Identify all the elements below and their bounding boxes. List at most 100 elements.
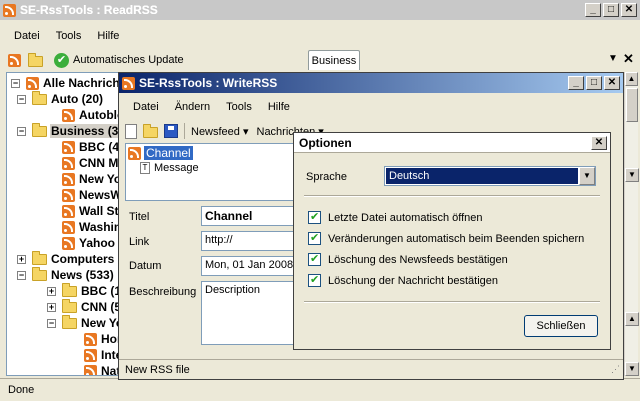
rss-icon bbox=[62, 156, 75, 170]
tree-node[interactable]: − New York bbox=[47, 314, 119, 331]
add-folder-icon[interactable] bbox=[26, 52, 44, 68]
folder-icon bbox=[62, 282, 77, 297]
options-titlebar[interactable]: Optionen ✕ bbox=[294, 133, 610, 153]
datum-field[interactable]: Mon, 01 Jan 2008 0 bbox=[201, 256, 295, 276]
tree-node[interactable]: CNN Mon bbox=[47, 155, 119, 171]
tree-node[interactable]: + Computers a bbox=[17, 250, 120, 267]
expand-icon[interactable]: + bbox=[47, 286, 56, 296]
channel-tree[interactable]: Channel T Message bbox=[125, 143, 295, 201]
close-button[interactable]: ✕ bbox=[621, 3, 637, 17]
collapse-icon[interactable]: − bbox=[11, 78, 20, 88]
tree-node[interactable]: Home bbox=[69, 331, 119, 347]
maximize-button[interactable]: □ bbox=[603, 3, 619, 17]
option-checkbox[interactable] bbox=[308, 252, 321, 266]
tree-node[interactable]: − News (533) bbox=[17, 266, 115, 283]
newsfeed-menu[interactable]: Newsfeed ▾ bbox=[191, 125, 249, 138]
titel-field[interactable]: Channel bbox=[201, 206, 295, 226]
rss-icon bbox=[62, 204, 75, 218]
collapse-icon[interactable]: − bbox=[17, 126, 26, 136]
tab-dropdown-icon[interactable]: ▼ bbox=[608, 53, 618, 64]
writerss-titlebar[interactable]: SE-RssTools : WriteRSS _ □ ✕ bbox=[119, 73, 623, 93]
tree-node[interactable]: Natio bbox=[69, 363, 119, 375]
schliessen-button[interactable]: Schließen bbox=[524, 315, 598, 337]
folder-icon bbox=[62, 314, 77, 329]
tree-node[interactable]: + CNN (50) bbox=[47, 298, 120, 315]
main-scrollbar[interactable]: ▲ ▼ ▲ ▼ bbox=[624, 72, 639, 376]
option-checkbox-label: Veränderungen automatisch beim Beenden s… bbox=[328, 232, 585, 245]
tree-node[interactable]: Yahoo (9 bbox=[47, 235, 119, 251]
tree-node-label: Home bbox=[101, 332, 119, 346]
close-button[interactable]: ✕ bbox=[591, 135, 607, 150]
folder-icon bbox=[32, 90, 47, 105]
chevron-down-icon[interactable]: ▼ bbox=[579, 167, 595, 185]
link-label: Link bbox=[129, 236, 150, 248]
titel-label: Titel bbox=[129, 211, 150, 223]
option-checkbox[interactable] bbox=[308, 231, 321, 245]
writerss-statusbar: New RSS file ⋰ bbox=[119, 359, 623, 379]
feed-tree[interactable]: − Alle Nachrichten − Auto (20) Autoblog − Busi… bbox=[6, 72, 120, 376]
tree-node[interactable]: Autoblog bbox=[47, 107, 119, 123]
readrss-toolbar: ✔ Automatisches Update bbox=[6, 50, 184, 70]
option-checkbox[interactable] bbox=[308, 210, 321, 224]
tree-node[interactable]: − Alle Nachrichten bbox=[11, 75, 119, 91]
link-field[interactable]: http:// bbox=[201, 231, 295, 251]
menu-datei[interactable]: Datei bbox=[125, 101, 167, 113]
tree-node[interactable]: Washing bbox=[47, 219, 119, 235]
rss-icon bbox=[62, 140, 75, 154]
resize-grip-icon[interactable]: ⋰ bbox=[611, 364, 620, 375]
menu-datei[interactable]: Datei bbox=[6, 30, 48, 42]
tab-business[interactable]: Business bbox=[308, 50, 360, 70]
auto-update-check-icon[interactable]: ✔ bbox=[54, 52, 69, 68]
open-folder-icon[interactable] bbox=[143, 124, 158, 138]
options-separator-top bbox=[304, 195, 600, 197]
tree-node-label: Computers a bbox=[51, 252, 120, 266]
close-button[interactable]: ✕ bbox=[604, 76, 620, 90]
menu-hilfe[interactable]: Hilfe bbox=[89, 30, 127, 42]
message-icon: T bbox=[140, 162, 150, 174]
beschreibung-field[interactable]: Description bbox=[201, 281, 295, 345]
tree-node[interactable]: New York bbox=[47, 171, 119, 187]
maximize-button[interactable]: □ bbox=[586, 76, 602, 90]
rss-icon bbox=[26, 76, 39, 90]
readrss-titlebar[interactable]: SE-RssTools : ReadRSS _ □ ✕ bbox=[0, 0, 640, 20]
auto-update-label[interactable]: Automatisches Update bbox=[73, 54, 184, 66]
readrss-title: SE-RssTools : ReadRSS bbox=[20, 3, 158, 17]
tree-node-label: CNN (50) bbox=[81, 300, 120, 314]
option-checkbox-row[interactable]: Löschung der Nachricht bestätigen bbox=[308, 273, 498, 287]
option-checkbox-label: Löschung der Nachricht bestätigen bbox=[328, 274, 498, 287]
tab-close-icon[interactable]: ✕ bbox=[623, 51, 634, 67]
tree-node[interactable]: + BBC (141 bbox=[47, 282, 119, 299]
menu-tools[interactable]: Tools bbox=[48, 30, 90, 42]
folder-icon bbox=[32, 250, 47, 265]
option-checkbox-row[interactable]: Letzte Datei automatisch öffnen bbox=[308, 210, 483, 224]
tree-node[interactable]: Inter bbox=[69, 347, 119, 363]
option-checkbox[interactable] bbox=[308, 273, 321, 287]
expand-icon[interactable]: + bbox=[47, 302, 56, 312]
minimize-button[interactable]: _ bbox=[585, 3, 601, 17]
menu-aendern[interactable]: Ändern bbox=[167, 101, 218, 113]
tree-node-label: Yahoo (9 bbox=[79, 236, 119, 250]
message-node[interactable]: T Message bbox=[140, 162, 199, 174]
minimize-button[interactable]: _ bbox=[568, 76, 584, 90]
sprache-label: Sprache bbox=[306, 171, 347, 183]
new-file-icon[interactable] bbox=[125, 123, 137, 139]
collapse-icon[interactable]: − bbox=[17, 94, 26, 104]
menu-hilfe[interactable]: Hilfe bbox=[260, 101, 298, 113]
tree-node[interactable]: BBC (43) bbox=[47, 139, 119, 155]
channel-node[interactable]: Channel bbox=[128, 146, 193, 160]
expand-icon[interactable]: + bbox=[17, 254, 26, 264]
option-checkbox-row[interactable]: Veränderungen automatisch beim Beenden s… bbox=[308, 231, 585, 245]
option-checkbox-row[interactable]: Löschung des Newsfeeds bestätigen bbox=[308, 252, 508, 266]
tree-node[interactable]: NewsWe bbox=[47, 187, 119, 203]
option-checkbox-label: Letzte Datei automatisch öffnen bbox=[328, 211, 483, 224]
tree-node[interactable]: − Business (33) bbox=[17, 122, 119, 139]
collapse-icon[interactable]: − bbox=[47, 318, 56, 328]
save-icon[interactable] bbox=[164, 124, 178, 138]
menu-tools[interactable]: Tools bbox=[218, 101, 260, 113]
tree-node[interactable]: − Auto (20) bbox=[17, 90, 104, 107]
tree-node[interactable]: Wall Stre bbox=[47, 203, 119, 219]
sprache-select[interactable]: Deutsch ▼ bbox=[384, 166, 596, 186]
add-feed-icon[interactable] bbox=[6, 52, 22, 68]
collapse-icon[interactable]: − bbox=[17, 270, 26, 280]
rss-icon bbox=[84, 348, 97, 362]
